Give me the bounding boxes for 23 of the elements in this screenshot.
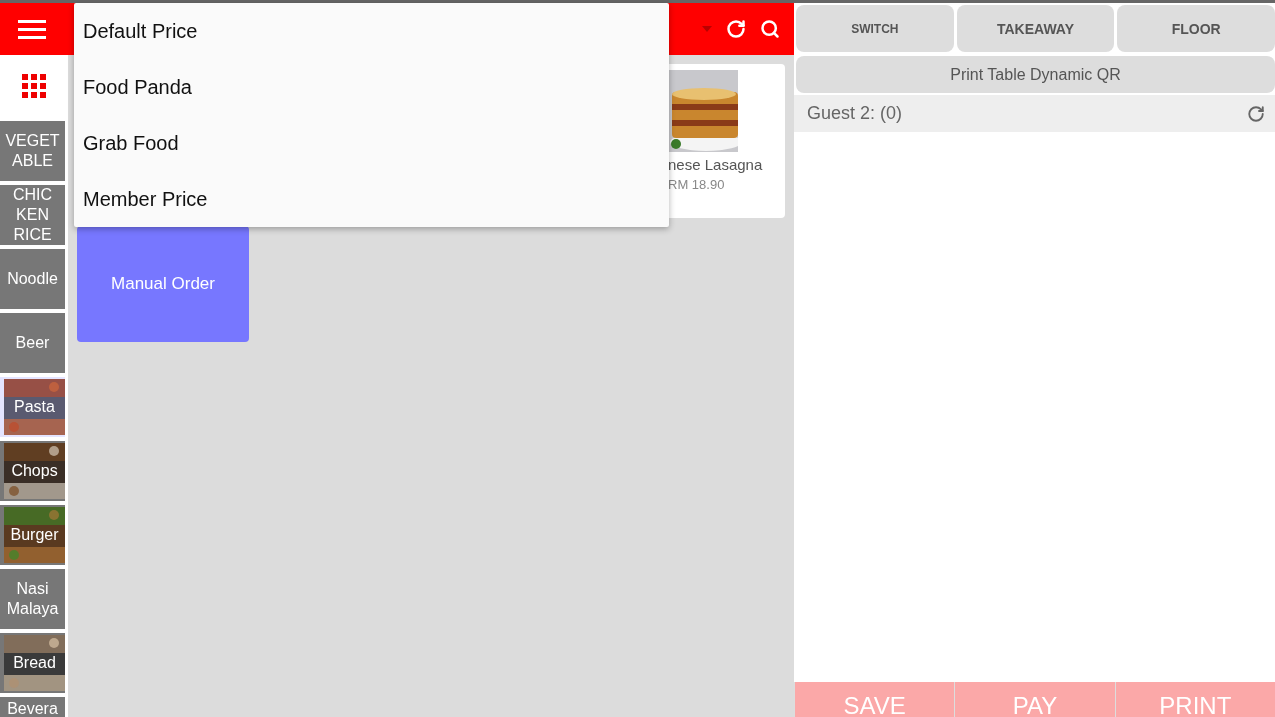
category-tile[interactable]: Bevera: [0, 697, 65, 717]
search-icon[interactable]: [760, 19, 780, 39]
category-tile[interactable]: Nasi Malaya: [0, 569, 65, 629]
print-qr-button[interactable]: Print Table Dynamic QR: [796, 56, 1275, 93]
mode-button[interactable]: SWITCH: [796, 5, 954, 52]
mode-button[interactable]: TAKEAWAY: [956, 5, 1115, 52]
category-tile[interactable]: Burger: [0, 505, 65, 565]
category-tile[interactable]: Noodle: [0, 249, 65, 309]
menu-icon[interactable]: [18, 19, 46, 39]
category-tile[interactable]: CHIC KEN RICE: [0, 185, 65, 245]
menu-item[interactable]: Default Price: [74, 3, 669, 59]
grid-icon[interactable]: [22, 74, 46, 98]
category-tile[interactable]: Beer: [0, 313, 65, 373]
product-price: RM 18.90: [668, 177, 725, 192]
category-tile[interactable]: Pasta: [0, 377, 65, 437]
guest-label: Guest 2: (0): [807, 103, 904, 124]
category-tile[interactable]: VEGET ABLE: [0, 121, 65, 181]
mode-button[interactable]: FLOOR: [1117, 5, 1275, 52]
category-tile[interactable]: Bread: [0, 633, 65, 693]
manual-order-button[interactable]: Manual Order: [77, 226, 249, 342]
category-tile[interactable]: Chops: [0, 441, 65, 501]
product-name: nese Lasagna: [668, 156, 763, 173]
refresh-icon[interactable]: [1247, 104, 1265, 123]
